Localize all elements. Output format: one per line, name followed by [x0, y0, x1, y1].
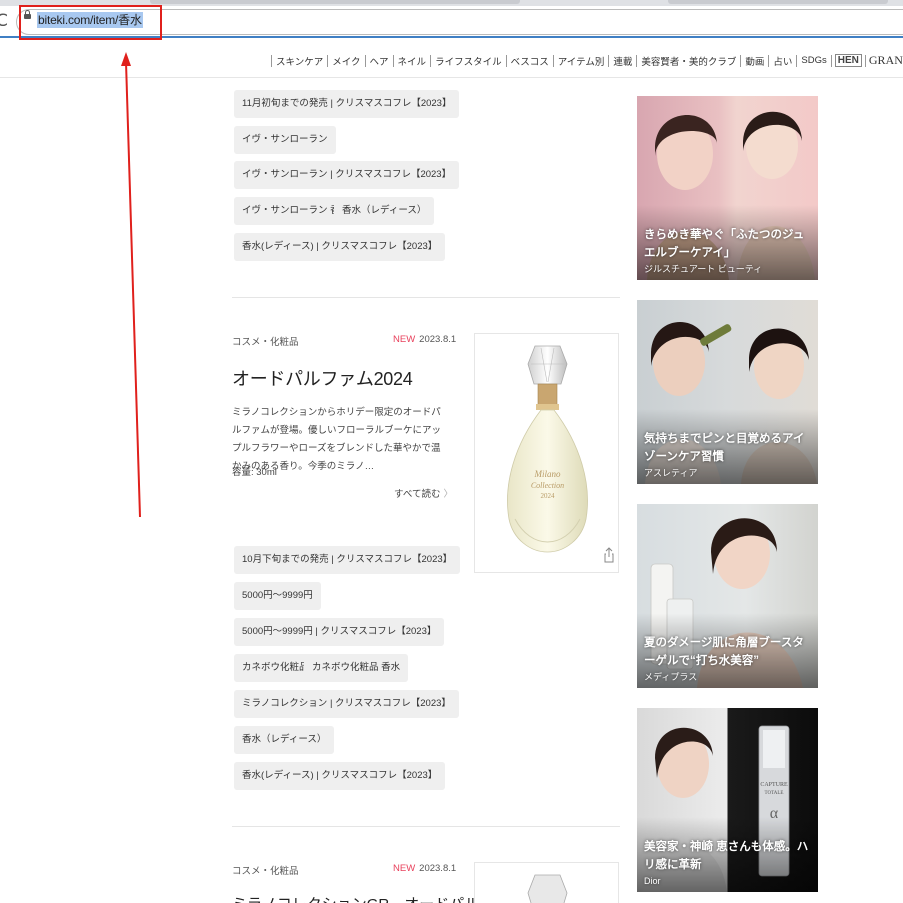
- new-badge: NEW: [393, 863, 416, 874]
- tag-chip[interactable]: 香水(レディース) | クリスマスコフレ【2023】: [234, 233, 446, 261]
- product-image[interactable]: [474, 862, 619, 903]
- ad-headline: 夏のダメージ肌に角層ブースターゲルで“打ち水美容”: [644, 637, 804, 667]
- nav-item[interactable]: メイク: [331, 54, 361, 68]
- article-divider: [232, 297, 620, 298]
- tag-chip[interactable]: イヴ・サンローラン | クリスマスコフレ【2023】: [234, 161, 460, 189]
- perfume-bottle-illustration: Milano Collection 2024: [507, 345, 588, 553]
- sidebar-ad[interactable]: CAPTURE TOTALE α 美容家・神崎 恵さんも体感。ハリ感に革新 Dio…: [637, 708, 818, 892]
- nav-item[interactable]: ベスコス: [510, 54, 550, 68]
- article-category[interactable]: コスメ・化粧品: [232, 334, 299, 348]
- annotation-highlight-box: [19, 5, 162, 40]
- tag-chip[interactable]: 香水（レディース）: [234, 726, 335, 754]
- chevron-right-icon: 〉: [443, 489, 453, 500]
- nav-item[interactable]: スキンケア: [275, 54, 324, 68]
- article-volume: 容量: 30ml: [232, 467, 277, 478]
- nav-item[interactable]: 動画: [744, 54, 765, 68]
- article-divider: [232, 826, 620, 827]
- nav-item[interactable]: ヘア: [369, 54, 390, 68]
- ad-brand: アスレティア: [644, 468, 698, 478]
- tag-chip[interactable]: 香水（レディース）: [334, 197, 435, 225]
- new-badge: NEW: [393, 334, 416, 345]
- tag-chip[interactable]: 5000円～9999円: [234, 582, 321, 610]
- date-text: 2023.8.1: [419, 334, 457, 345]
- tag-chip[interactable]: 10月下旬までの発売 | クリスマスコフレ【2023】: [234, 546, 461, 574]
- nav-item[interactable]: ネイル: [397, 54, 428, 68]
- browser-tab[interactable]: [668, 0, 888, 4]
- nav-item[interactable]: 連載: [612, 54, 633, 68]
- read-more-label: すべて読む: [394, 489, 441, 500]
- date-text: 2023.8.1: [419, 863, 457, 874]
- ad-headline: 美容家・神崎 恵さんも体感。ハリ感に革新: [644, 841, 809, 871]
- sidebar-ad[interactable]: 気持ちまでピンと目覚めるアイゾーンケア習慣アスレティア: [637, 300, 818, 484]
- tag-chip[interactable]: 香水(レディース) | クリスマスコフレ【2023】: [234, 762, 446, 790]
- ad-headline: きらめき華やぐ「ふたつのジュエルブーケアイ」: [644, 229, 805, 259]
- svg-text:Milano: Milano: [534, 469, 561, 479]
- article-title[interactable]: ミラノコレクションGR オードパル: [232, 893, 479, 903]
- share-icon[interactable]: [604, 547, 614, 567]
- reload-icon[interactable]: C: [0, 10, 8, 32]
- ad-brand: Dior: [644, 876, 661, 886]
- tag-chip[interactable]: カネボウ化粧品 香水: [304, 654, 409, 682]
- sidebar-ad[interactable]: きらめき華やぐ「ふたつのジュエルブーケアイ」ジルスチュアート ビューティ: [637, 96, 818, 280]
- ad-headline: 気持ちまでピンと目覚めるアイゾーンケア習慣: [644, 433, 805, 463]
- read-more-link[interactable]: すべて読む〉: [394, 486, 453, 500]
- tag-chip[interactable]: ミラノコレクション | クリスマスコフレ【2023】: [234, 690, 459, 718]
- svg-text:2024: 2024: [541, 492, 556, 500]
- svg-text:Collection: Collection: [531, 481, 564, 490]
- article-date: NEW 2023.8.1: [393, 863, 456, 874]
- site-nav: スキンケア メイク ヘア ネイル ライフスタイル ベスコス アイテム別 連載 美…: [0, 40, 903, 78]
- hen-logo[interactable]: HEN: [834, 54, 862, 67]
- ad-brand: メディプラス: [644, 672, 698, 682]
- article-date: NEW 2023.8.1: [393, 334, 456, 345]
- nav-list: スキンケア メイク ヘア ネイル ライフスタイル ベスコス アイテム別 連載 美…: [268, 53, 903, 68]
- svg-text:TOTALE: TOTALE: [765, 791, 784, 796]
- article-title[interactable]: オードパルファム2024: [232, 365, 413, 391]
- product-image[interactable]: Milano Collection 2024: [474, 333, 619, 573]
- nav-item[interactable]: SDGs: [800, 55, 827, 66]
- sidebar-ad[interactable]: 夏のダメージ肌に角層ブースターゲルで“打ち水美容” メディプラス: [637, 504, 818, 688]
- article-category[interactable]: コスメ・化粧品: [232, 863, 299, 877]
- tag-chip[interactable]: イヴ・サンローラン: [234, 126, 336, 154]
- nav-item[interactable]: 美容賢者・美的クラブ: [640, 54, 737, 68]
- svg-text:CAPTURE: CAPTURE: [760, 782, 788, 788]
- tag-chip[interactable]: 5000円～9999円 | クリスマスコフレ【2023】: [234, 618, 445, 646]
- tag-chip[interactable]: 11月初旬までの発売 | クリスマスコフレ【2023】: [234, 90, 460, 118]
- nav-item[interactable]: ライフスタイル: [434, 54, 503, 68]
- perfume-bottle-illustration: [527, 874, 568, 903]
- grand-logo[interactable]: GRAND: [869, 53, 903, 68]
- nav-item[interactable]: アイテム別: [557, 54, 606, 68]
- browser-tab[interactable]: [150, 0, 520, 4]
- ad-brand: ジルスチュアート ビューティ: [644, 264, 763, 274]
- nav-item[interactable]: 占い: [772, 54, 793, 68]
